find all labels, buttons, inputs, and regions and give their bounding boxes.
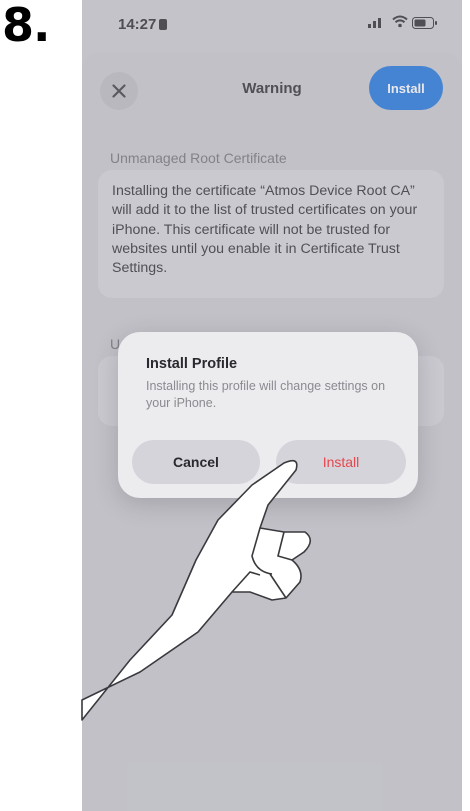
step-number: 8. (2, 0, 50, 52)
alert-install-button[interactable]: Install (276, 440, 406, 484)
alert-title: Install Profile (146, 356, 238, 372)
phone-screen: 14:27 Warning Install Unmanaged Root Cer… (82, 0, 462, 811)
install-profile-alert: Install Profile Installing this profile … (118, 332, 418, 498)
alert-message: Installing this profile will change sett… (146, 379, 386, 410)
cancel-button[interactable]: Cancel (132, 440, 260, 484)
